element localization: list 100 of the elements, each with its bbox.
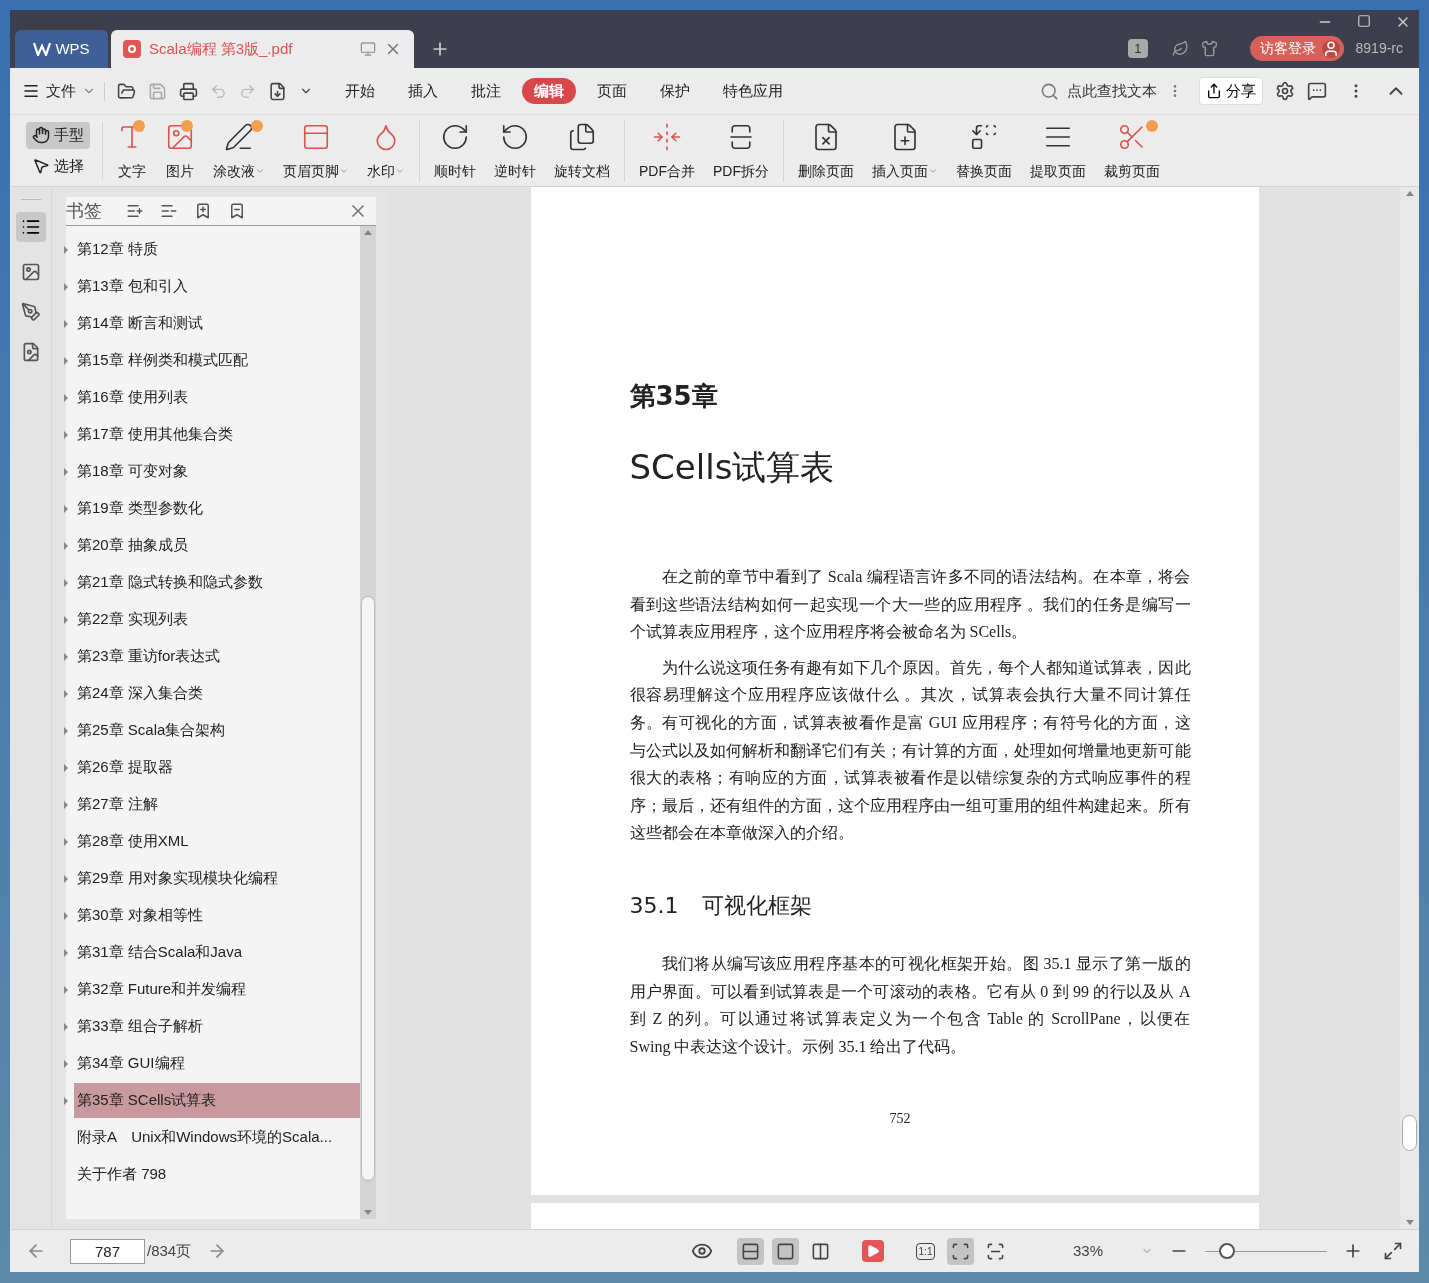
image-icon[interactable]	[20, 262, 41, 282]
expand-all-icon[interactable]	[126, 202, 144, 220]
file-menu[interactable]: 文件	[22, 79, 104, 103]
share-button[interactable]: 分享	[1199, 77, 1263, 105]
ribbon-button[interactable]: 删除页面	[792, 119, 860, 182]
menu-tab[interactable]: 编辑	[522, 78, 576, 104]
scroll-down-icon[interactable]	[1405, 1220, 1414, 1225]
expand-arrow-icon[interactable]	[64, 615, 68, 624]
scroll-thumb[interactable]	[361, 596, 375, 1181]
bookmark-item[interactable]: 第27章 注解	[74, 787, 360, 822]
expand-arrow-icon[interactable]	[64, 1059, 68, 1068]
add-bookmark-icon[interactable]	[194, 202, 212, 220]
bookmark-item[interactable]: 第23章 重访for表达式	[74, 639, 360, 674]
ribbon-button[interactable]: 提取页面	[1024, 119, 1092, 182]
expand-arrow-icon[interactable]	[64, 948, 68, 957]
bookmark-item[interactable]: 附录A Unix和Windows环境的Scala...	[74, 1120, 360, 1155]
expand-arrow-icon[interactable]	[64, 985, 68, 994]
expand-arrow-icon[interactable]	[64, 1022, 68, 1031]
bookmark-item[interactable]: 第15章 样例类和模式匹配	[74, 343, 360, 378]
monitor-icon[interactable]	[360, 41, 376, 57]
ribbon-button[interactable]: PDF拆分	[707, 119, 775, 182]
bookmark-item[interactable]: 第28章 使用XML	[74, 824, 360, 859]
settings-icon[interactable]	[1275, 81, 1295, 101]
scroll-up-icon[interactable]	[364, 230, 372, 235]
bookmark-panel-tab[interactable]	[15, 212, 46, 242]
leaf-icon[interactable]	[1171, 40, 1189, 57]
bookmark-item[interactable]: 第30章 对象相等性	[74, 898, 360, 933]
mode-button[interactable]: 手型	[26, 121, 90, 149]
scroll-thumb[interactable]	[1402, 1115, 1417, 1151]
bookmark-item[interactable]: 第34章 GUI编程	[74, 1046, 360, 1081]
bookmark-item[interactable]: 第24章 深入集合类	[74, 676, 360, 711]
collapse-all-icon[interactable]	[160, 202, 178, 220]
fit-button[interactable]	[947, 1237, 974, 1265]
expand-arrow-icon[interactable]	[64, 652, 68, 661]
menu-tab[interactable]: 开始	[333, 78, 387, 104]
undo-icon[interactable]	[210, 82, 227, 100]
redo-icon[interactable]	[239, 82, 256, 100]
maximize-icon[interactable]	[1357, 14, 1371, 28]
expand-arrow-icon[interactable]	[64, 319, 68, 328]
expand-arrow-icon[interactable]	[64, 282, 68, 291]
play-icon[interactable]	[862, 1240, 884, 1262]
expand-arrow-icon[interactable]	[64, 578, 68, 587]
menu-tab[interactable]: 页面	[585, 78, 639, 104]
ribbon-button[interactable]: 水印	[361, 119, 411, 182]
menu-tab[interactable]: 保护	[648, 78, 702, 104]
bookmark-item[interactable]: 第12章 特质	[74, 232, 360, 267]
ribbon-button[interactable]: 涂改液	[207, 119, 271, 182]
scrollbar[interactable]	[1400, 187, 1419, 1229]
scroll-down-icon[interactable]	[364, 1210, 372, 1215]
bookmark-item[interactable]: 第19章 类型参数化	[74, 491, 360, 526]
scroll-up-icon[interactable]	[1405, 191, 1414, 196]
expand-arrow-icon[interactable]	[64, 541, 68, 550]
save-icon[interactable]	[148, 81, 167, 101]
remove-bookmark-icon[interactable]	[228, 202, 246, 220]
export-icon[interactable]	[268, 81, 287, 101]
bookmark-item[interactable]: 第22章 实现列表	[74, 602, 360, 637]
pen-icon[interactable]	[20, 302, 41, 322]
comment-icon[interactable]	[1307, 81, 1327, 101]
ribbon-button[interactable]: 顺时针	[428, 119, 482, 182]
bookmark-item[interactable]: 第20章 抽象成员	[74, 528, 360, 563]
expand-arrow-icon[interactable]	[64, 874, 68, 883]
expand-arrow-icon[interactable]	[64, 800, 68, 809]
window-count-badge[interactable]: 1	[1128, 38, 1148, 59]
bookmark-item[interactable]: 关于作者 798	[74, 1157, 360, 1192]
expand-arrow-icon[interactable]	[64, 911, 68, 920]
page-input[interactable]: 787	[70, 1238, 145, 1264]
bookmark-item[interactable]: 第31章 结合Scala和Java	[74, 935, 360, 970]
slider-thumb[interactable]	[1218, 1243, 1235, 1259]
layout-button[interactable]	[772, 1237, 799, 1265]
expand-arrow-icon[interactable]	[64, 356, 68, 365]
expand-arrow-icon[interactable]	[64, 837, 68, 846]
menu-tab[interactable]: 插入	[396, 78, 450, 104]
expand-arrow-icon[interactable]	[64, 1096, 68, 1105]
zoom-value[interactable]: 33%	[1073, 1239, 1133, 1263]
expand-arrow-icon[interactable]	[64, 393, 68, 402]
expand-arrow-icon[interactable]	[64, 763, 68, 772]
menu-tab[interactable]: 特色应用	[711, 78, 795, 104]
search-field[interactable]: 点此查找文本	[1067, 79, 1159, 103]
login-button[interactable]: 访客登录	[1249, 36, 1344, 61]
bookmark-item[interactable]: 第33章 组合子解析	[74, 1009, 360, 1044]
expand-arrow-icon[interactable]	[64, 689, 68, 698]
bookmark-item[interactable]: 第25章 Scala集合架构	[74, 713, 360, 748]
layout-button[interactable]	[737, 1237, 764, 1265]
ribbon-button[interactable]: 页眉页脚	[277, 119, 355, 182]
bookmark-item[interactable]: 第26章 提取器	[74, 750, 360, 785]
expand-arrow-icon[interactable]	[64, 467, 68, 476]
ribbon-button[interactable]: 旋转文档	[548, 119, 616, 182]
ribbon-button[interactable]: PDF合并	[633, 119, 701, 182]
expand-arrow-icon[interactable]	[64, 245, 68, 254]
scrollbar[interactable]	[360, 226, 376, 1219]
shirt-icon[interactable]	[1200, 40, 1218, 57]
mode-button[interactable]: 选择	[26, 152, 90, 180]
bookmark-item[interactable]: 第18章 可变对象	[74, 454, 360, 489]
bookmark-item[interactable]: 第14章 断言和测试	[74, 306, 360, 341]
ribbon-button[interactable]: 插入页面	[866, 119, 944, 182]
ribbon-button[interactable]: 图片	[159, 119, 201, 182]
bookmark-item[interactable]: 第21章 隐式转换和隐式参数	[74, 565, 360, 600]
expand-arrow-icon[interactable]	[64, 504, 68, 513]
expand-arrow-icon[interactable]	[64, 726, 68, 735]
folder-icon[interactable]	[117, 81, 136, 101]
